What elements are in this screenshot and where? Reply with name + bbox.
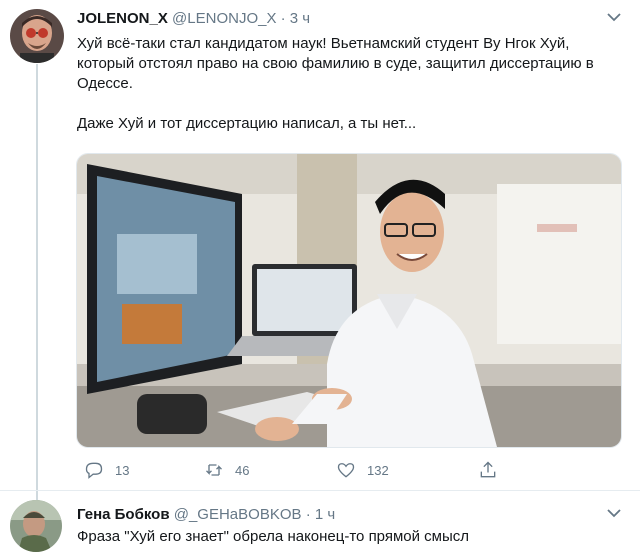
tweet-photo[interactable]	[76, 153, 622, 448]
author-name[interactable]: JOLENON_X	[77, 10, 168, 27]
tweet[interactable]: JOLENON_X @LENONJO_X · 3 ч Хуй всё-таки …	[0, 0, 640, 502]
reply-author-name[interactable]: Гена Бобков	[77, 506, 170, 523]
retweet-count: 46	[235, 462, 250, 478]
tweet-time[interactable]: 3 ч	[290, 10, 310, 27]
reply-text: Фраза "Хуй его знает" обрела наконец-то …	[77, 528, 470, 545]
chevron-down-icon[interactable]	[603, 8, 625, 26]
thread-line	[36, 64, 38, 502]
author-handle[interactable]: @LENONJO_X	[172, 10, 276, 27]
reply-header: Гена Бобков @_GEHaBOBKOB · 1 ч	[77, 506, 335, 523]
like-icon	[337, 463, 355, 478]
tweet-text: Хуй всё-таки стал кандидатом наук! Вьетн…	[77, 34, 622, 134]
reply-icon	[85, 462, 103, 479]
tweet-actions: 13 46 132	[76, 458, 596, 482]
tweet-header: JOLENON_X @LENONJO_X · 3 ч	[77, 10, 310, 27]
reply-time[interactable]: 1 ч	[315, 506, 335, 523]
reply-author-handle[interactable]: @_GEHaBOBKOB	[174, 506, 302, 523]
author-avatar[interactable]	[10, 9, 64, 63]
like-count: 132	[367, 462, 389, 478]
retweet-button[interactable]: 46	[204, 458, 249, 482]
like-button[interactable]: 132	[336, 458, 389, 482]
retweet-icon	[206, 464, 222, 476]
share-icon	[480, 461, 496, 478]
reply-author-avatar[interactable]	[10, 500, 62, 552]
tweet-paragraph-2: Даже Хуй и тот диссертацию написал, а ты…	[77, 115, 417, 132]
share-button[interactable]	[478, 458, 498, 482]
reply-button[interactable]: 13	[84, 458, 129, 482]
reply-count: 13	[115, 462, 130, 478]
tweet-paragraph-1: Хуй всё-таки стал кандидатом наук! Вьетн…	[77, 35, 594, 92]
reply-chevron-down-icon[interactable]	[603, 504, 625, 522]
separator-dot: ·	[280, 10, 286, 27]
tweet-divider	[0, 490, 640, 491]
reply-separator-dot: ·	[305, 506, 311, 523]
